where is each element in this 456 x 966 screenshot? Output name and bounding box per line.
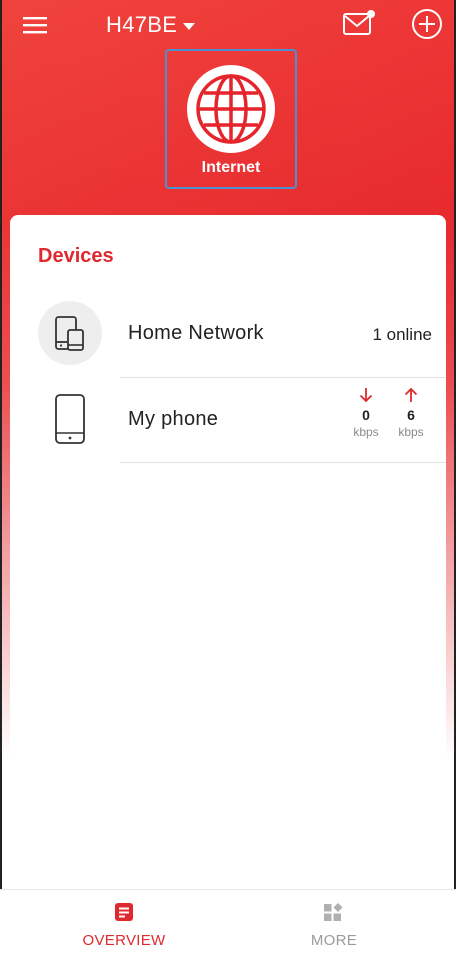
- overview-doc-icon: [115, 903, 133, 921]
- nav-more[interactable]: MORE: [220, 890, 448, 966]
- devices-title: Devices: [38, 245, 114, 267]
- add-circle-icon[interactable]: [410, 7, 444, 41]
- device-label: My phone: [128, 408, 219, 430]
- hamburger-menu-icon[interactable]: [20, 10, 50, 40]
- mail-notification-icon[interactable]: [342, 8, 378, 38]
- frame-edge-left: [0, 0, 2, 966]
- nav-overview-label: OVERVIEW: [82, 932, 166, 949]
- device-row-my-phone[interactable]: My phone 0 kbps 6 kbps: [10, 375, 446, 463]
- bottom-navigation: OVERVIEW MORE: [0, 889, 456, 966]
- caret-down-icon: [183, 22, 196, 30]
- multi-device-icon: [38, 301, 102, 365]
- arrow-down-icon: [359, 388, 373, 403]
- upload-unit: kbps: [398, 425, 424, 439]
- router-name: H47BE: [106, 12, 178, 37]
- arrow-up-icon: [404, 387, 418, 402]
- globe-icon: [187, 65, 275, 153]
- top-app-bar: H47BE: [0, 0, 456, 52]
- device-label: Home Network: [128, 322, 264, 344]
- router-selector[interactable]: H47BE: [106, 9, 196, 41]
- internet-label: Internet: [201, 159, 261, 176]
- nav-overview[interactable]: OVERVIEW: [10, 890, 238, 966]
- download-value: 0: [362, 407, 370, 423]
- internet-status-tile[interactable]: Internet: [165, 49, 297, 189]
- grid-apps-icon: [324, 903, 343, 921]
- row-divider: [120, 462, 446, 463]
- devices-card: Devices Home Network 1 online My phone 0…: [10, 215, 446, 895]
- nav-more-label: MORE: [310, 932, 358, 949]
- upload-value: 6: [407, 407, 415, 423]
- device-row-home-network[interactable]: Home Network 1 online: [10, 289, 446, 378]
- upload-rate: 6 kbps: [391, 387, 431, 439]
- download-rate: 0 kbps: [346, 387, 386, 439]
- online-count: 1 online: [372, 325, 432, 344]
- phone-icon: [38, 387, 102, 451]
- download-unit: kbps: [353, 425, 379, 439]
